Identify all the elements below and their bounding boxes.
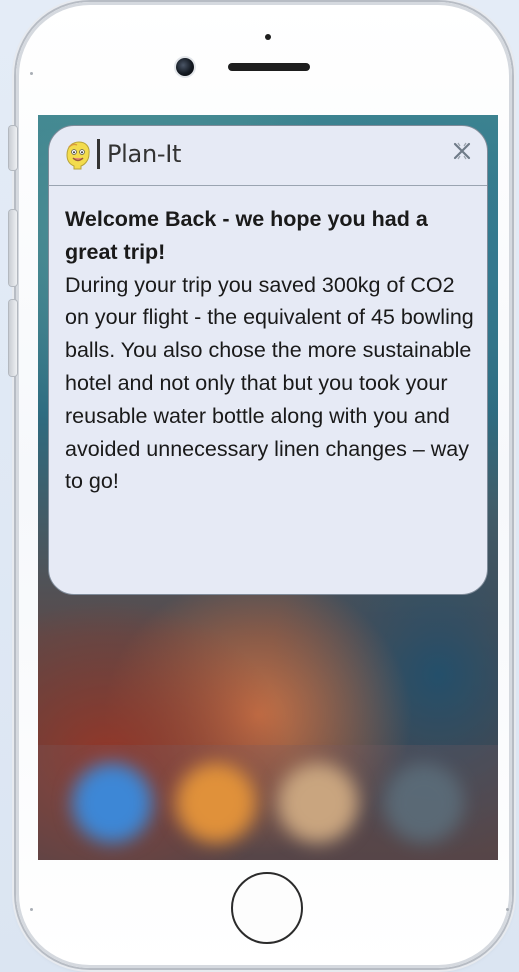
smiley-emoji-icon [63,139,91,171]
notification-title: Welcome Back - we hope you had a great t… [65,207,428,264]
blurred-app-icon [278,763,358,843]
frame-dot [30,908,33,911]
notification-card[interactable]: Plan-It Welcome Back - we hope you had a… [48,125,488,595]
notification-message: During your trip you saved 300kg of CO2 … [65,272,474,494]
blurred-app-icon [176,763,256,843]
frame-dot [506,908,509,911]
phone-screen: Plan-It Welcome Back - we hope you had a… [38,115,498,860]
volume-up-button[interactable] [9,210,17,286]
front-camera-icon [176,58,194,76]
notification-header: Plan-It [49,126,487,186]
blurred-app-icon [384,763,464,843]
proximity-sensor [265,34,271,40]
blurred-app-icon [72,763,152,843]
volume-down-button[interactable] [9,300,17,376]
mute-switch[interactable] [9,126,17,170]
app-name: Plan-It [107,140,182,168]
close-icon[interactable] [451,140,473,162]
frame-dot [30,72,33,75]
home-button[interactable] [231,872,303,944]
header-divider [97,139,100,169]
stage: Plan-It Welcome Back - we hope you had a… [0,0,519,972]
earpiece-speaker [228,63,310,71]
notification-body: Welcome Back - we hope you had a great t… [65,203,475,498]
